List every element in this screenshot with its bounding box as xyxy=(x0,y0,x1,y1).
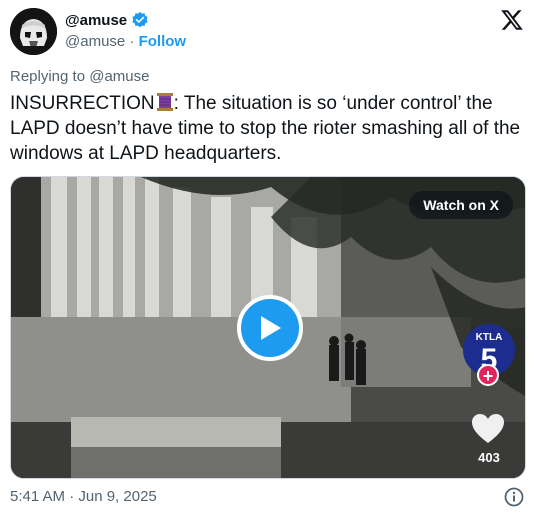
display-name[interactable]: @amuse xyxy=(65,12,127,29)
heart-icon[interactable] xyxy=(471,413,505,445)
video-player[interactable]: Watch on X KTLA 5 + 403 xyxy=(10,176,526,479)
tweet-text: INSURRECTION: The situation is so ‘under… xyxy=(10,91,526,166)
replying-to[interactable]: Replying to @amuse xyxy=(10,68,149,85)
play-icon xyxy=(261,316,281,340)
info-icon[interactable] xyxy=(504,487,524,507)
follow-button[interactable]: Follow xyxy=(139,33,187,50)
verified-badge-icon xyxy=(132,11,148,28)
separator: · xyxy=(129,33,135,50)
handle[interactable]: @amuse xyxy=(65,33,125,50)
watch-on-x-button[interactable]: Watch on X xyxy=(409,191,513,219)
tweet-text-start: INSURRECTION xyxy=(10,93,155,114)
like-count: 403 xyxy=(478,450,500,465)
play-button[interactable] xyxy=(237,295,303,361)
ktla-label: KTLA xyxy=(476,332,503,343)
x-logo-icon[interactable] xyxy=(500,8,524,32)
follow-channel-button[interactable]: + xyxy=(477,364,499,386)
spool-of-thread-icon xyxy=(156,93,173,111)
handle-row: @amuse · Follow xyxy=(65,33,186,50)
avatar[interactable] xyxy=(10,8,57,55)
timestamp[interactable]: 5:41 AM · Jun 9, 2025 xyxy=(10,488,157,505)
tweet-header: @amuse @amuse · Follow xyxy=(10,8,526,56)
